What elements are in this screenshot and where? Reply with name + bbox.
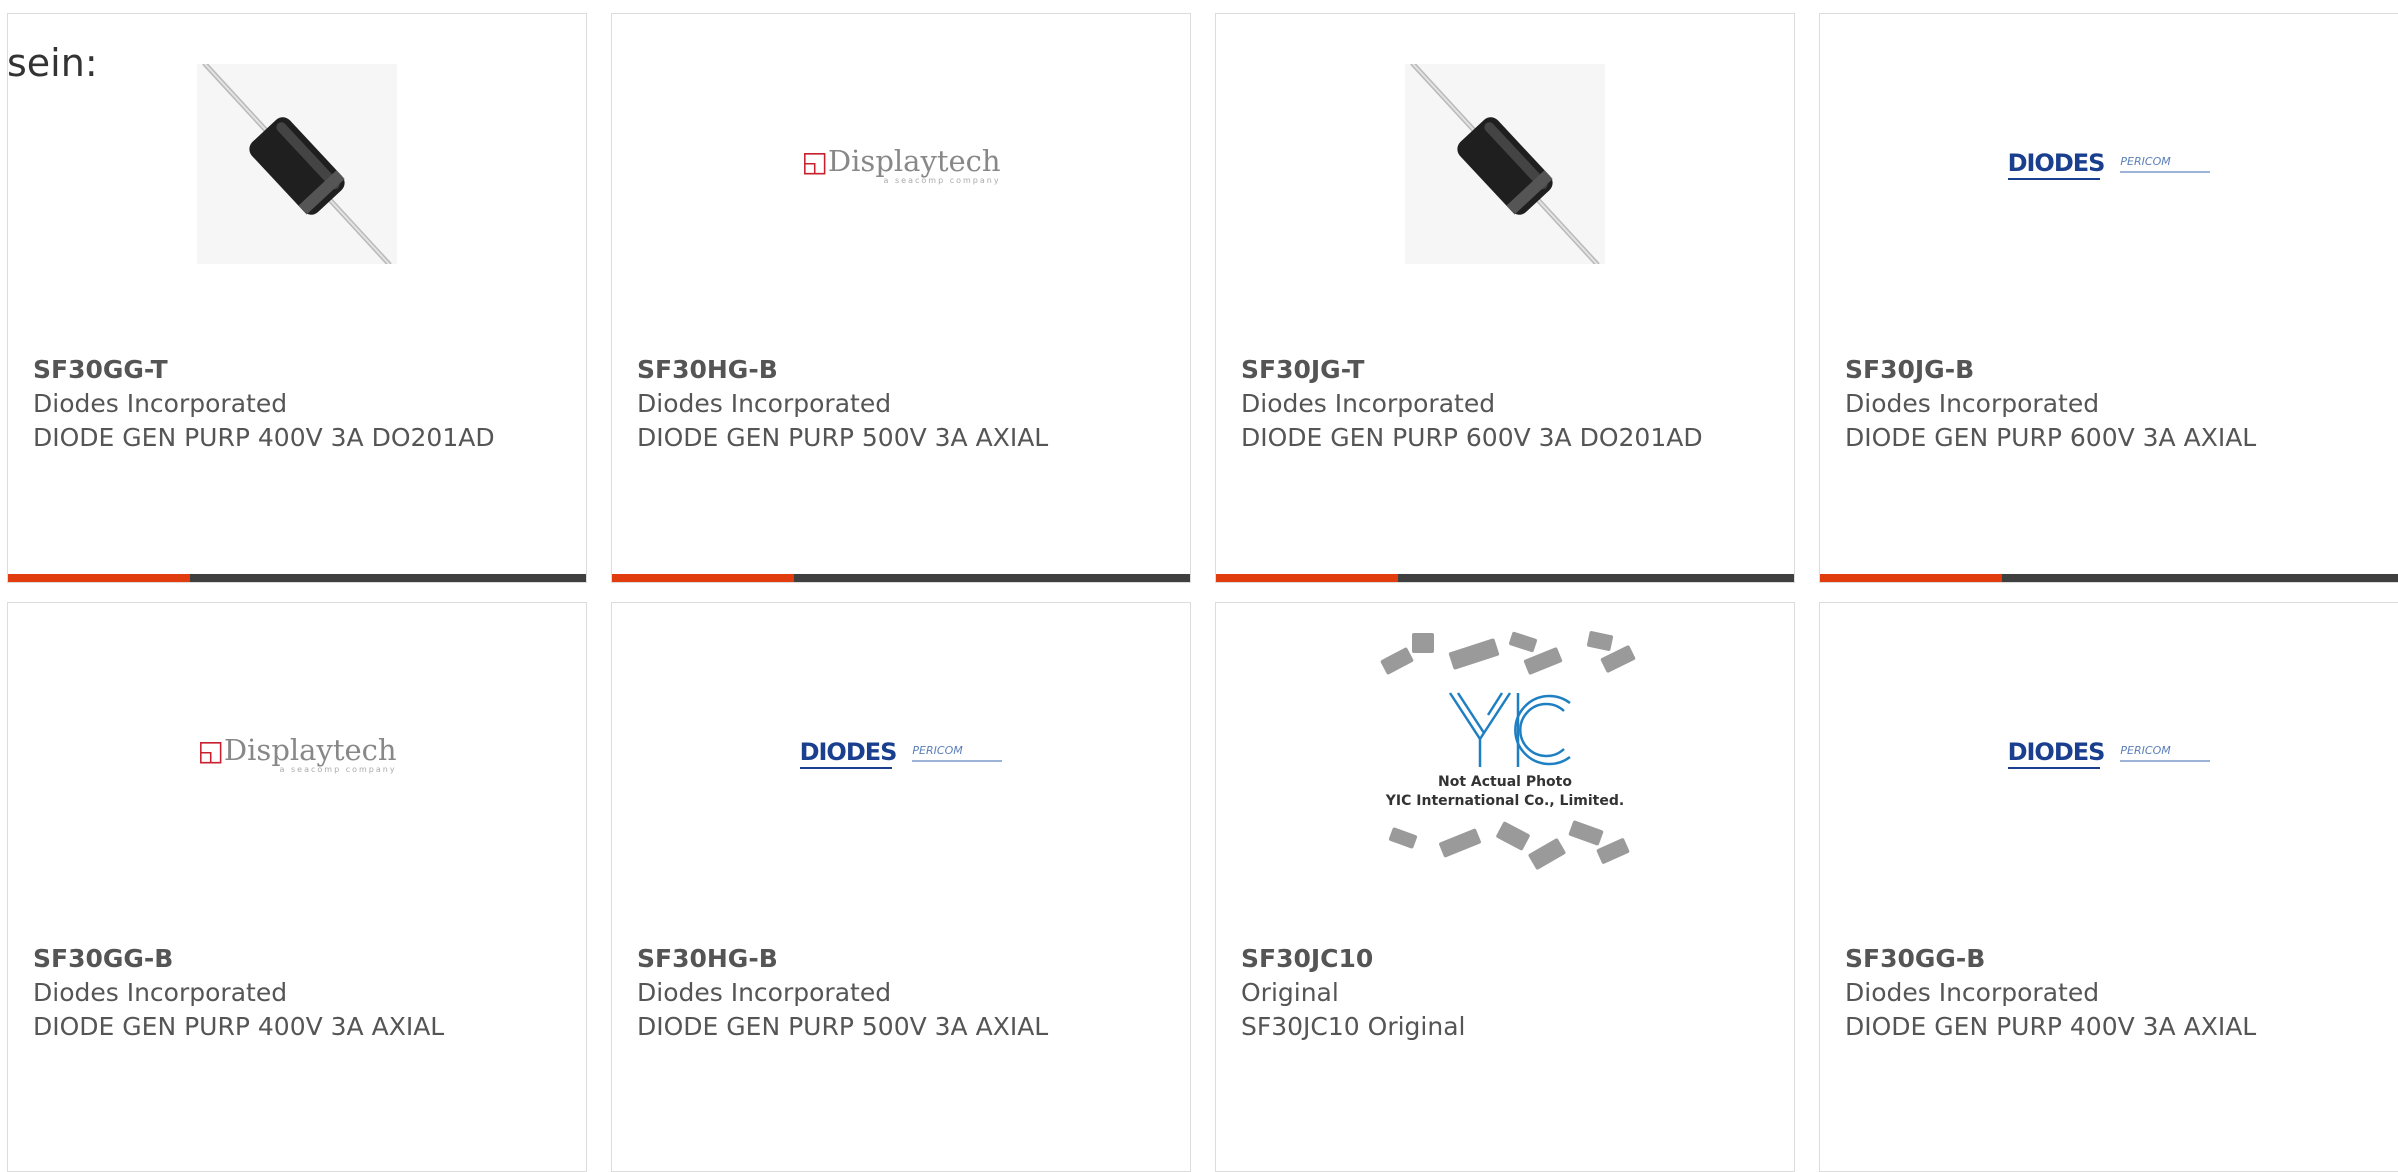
product-info: SF30JG-B Diodes Incorporated DIODE GEN PUR… <box>1845 353 2378 455</box>
product-image[interactable]: ◱Displaytech a seacomp company <box>612 54 1190 274</box>
product-grid: SF30GG-T Diodes Incorporated DIODE GEN PUR… <box>7 13 2398 1172</box>
displaytech-logo: ◱Displaytech a seacomp company <box>197 733 396 774</box>
card-accent-highlight <box>612 574 794 582</box>
displaytech-logo-name: Displaytech <box>827 143 1001 178</box>
product-description: DIODE GEN PURP 500V 3A AXIAL <box>637 1012 1049 1041</box>
card-accent-highlight <box>8 574 190 582</box>
product-info: SF30HG-B Diodes Incorporated DIODE GEN PUR… <box>637 942 1170 1044</box>
product-manufacturer: Original <box>1241 978 1339 1007</box>
product-image[interactable] <box>8 54 586 274</box>
product-info: SF30HG-B Diodes Incorporated DIODE GEN PUR… <box>637 353 1170 455</box>
product-card[interactable]: SF30JG-T Diodes Incorporated DIODE GEN PUR… <box>1215 13 1795 583</box>
card-accent-bar <box>8 574 586 582</box>
product-image[interactable]: DIODES PERICOM <box>1820 643 2398 863</box>
product-card[interactable]: SF30GG-T Diodes Incorporated DIODE GEN PUR… <box>7 13 587 583</box>
product-card[interactable]: ◱Displaytech a seacomp company SF30HG-B Dio… <box>611 13 1191 583</box>
product-description: DIODE GEN PURP 400V 3A DO201AD <box>33 423 495 452</box>
product-image[interactable]: Not Actual Photo YIC International Co., L… <box>1216 630 1794 870</box>
product-part-number[interactable]: SF30GG-T <box>33 353 566 387</box>
product-image[interactable]: ◱Displaytech a seacomp company <box>8 643 586 863</box>
product-description: SF30JC10 Original <box>1241 1012 1466 1041</box>
diode-photo <box>1405 64 1605 264</box>
pericom-logo-name: PERICOM <box>912 744 963 757</box>
product-part-number[interactable]: SF30HG-B <box>637 942 1170 976</box>
card-accent-bar <box>1216 574 1794 582</box>
product-manufacturer: Diodes Incorporated <box>33 389 288 418</box>
diodes-logo-name: DIODES <box>2007 148 2106 177</box>
product-info: SF30GG-B Diodes Incorporated DIODE GEN PUR… <box>33 942 566 1044</box>
product-description: DIODE GEN PURP 500V 3A AXIAL <box>637 423 1049 452</box>
product-part-number[interactable]: SF30JG-B <box>1845 353 2378 387</box>
diodes-pericom-logo: DIODES PERICOM <box>799 737 1003 769</box>
displaytech-logo-mark: ◱ <box>197 733 224 767</box>
card-accent-bar <box>1820 574 2398 582</box>
product-info: SF30JG-T Diodes Incorporated DIODE GEN PUR… <box>1241 353 1774 455</box>
product-card[interactable]: DIODES PERICOM SF30HG-B Diodes Incorporated… <box>611 602 1191 1172</box>
displaytech-logo-name: Displaytech <box>223 732 397 767</box>
displaytech-logo-mark: ◱ <box>801 144 828 178</box>
yic-placeholder-image: Not Actual Photo YIC International Co., L… <box>1380 630 1636 870</box>
product-manufacturer: Diodes Incorporated <box>637 978 892 1007</box>
product-info: SF30GG-T Diodes Incorporated DIODE GEN PUR… <box>33 353 566 455</box>
diodes-logo-name: DIODES <box>799 737 898 766</box>
product-image[interactable] <box>1216 54 1794 274</box>
card-accent-bar <box>612 574 1190 582</box>
product-info: SF30JC10 Original SF30JC10 Original <box>1241 942 1774 1044</box>
product-description: DIODE GEN PURP 600V 3A DO201AD <box>1241 423 1703 452</box>
diodes-pericom-logo: DIODES PERICOM <box>2007 148 2211 180</box>
pericom-logo-name: PERICOM <box>2120 744 2171 757</box>
product-part-number[interactable]: SF30GG-B <box>33 942 566 976</box>
product-image[interactable]: DIODES PERICOM <box>612 643 1190 863</box>
diode-photo <box>197 64 397 264</box>
yic-placeholder-line1: Not Actual Photo <box>1438 774 1572 790</box>
product-description: DIODE GEN PURP 400V 3A AXIAL <box>33 1012 445 1041</box>
product-part-number[interactable]: SF30JC10 <box>1241 942 1774 976</box>
product-part-number[interactable]: SF30JG-T <box>1241 353 1774 387</box>
card-accent-highlight <box>1216 574 1398 582</box>
intro-text: sein: <box>7 41 98 85</box>
product-card[interactable]: Not Actual Photo YIC International Co., L… <box>1215 602 1795 1172</box>
displaytech-logo: ◱Displaytech a seacomp company <box>801 144 1000 185</box>
product-manufacturer: Diodes Incorporated <box>1241 389 1496 418</box>
yic-placeholder-line2: YIC International Co., Limited. <box>1385 793 1624 809</box>
product-manufacturer: Diodes Incorporated <box>637 389 892 418</box>
product-image[interactable]: DIODES PERICOM <box>1820 54 2398 274</box>
product-description: DIODE GEN PURP 400V 3A AXIAL <box>1845 1012 2257 1041</box>
product-card[interactable]: ◱Displaytech a seacomp company SF30GG-B Dio… <box>7 602 587 1172</box>
product-part-number[interactable]: SF30HG-B <box>637 353 1170 387</box>
product-card[interactable]: DIODES PERICOM SF30JG-B Diodes Incorporated… <box>1819 13 2398 583</box>
pericom-logo-name: PERICOM <box>2120 155 2171 168</box>
product-description: DIODE GEN PURP 600V 3A AXIAL <box>1845 423 2257 452</box>
product-manufacturer: Diodes Incorporated <box>1845 978 2100 1007</box>
diodes-pericom-logo: DIODES PERICOM <box>2007 737 2211 769</box>
product-part-number[interactable]: SF30GG-B <box>1845 942 2378 976</box>
product-manufacturer: Diodes Incorporated <box>1845 389 2100 418</box>
product-card[interactable]: DIODES PERICOM SF30GG-B Diodes Incorporated… <box>1819 602 2398 1172</box>
product-info: SF30GG-B Diodes Incorporated DIODE GEN PUR… <box>1845 942 2378 1044</box>
diodes-logo-name: DIODES <box>2007 737 2106 766</box>
product-manufacturer: Diodes Incorporated <box>33 978 288 1007</box>
card-accent-highlight <box>1820 574 2002 582</box>
